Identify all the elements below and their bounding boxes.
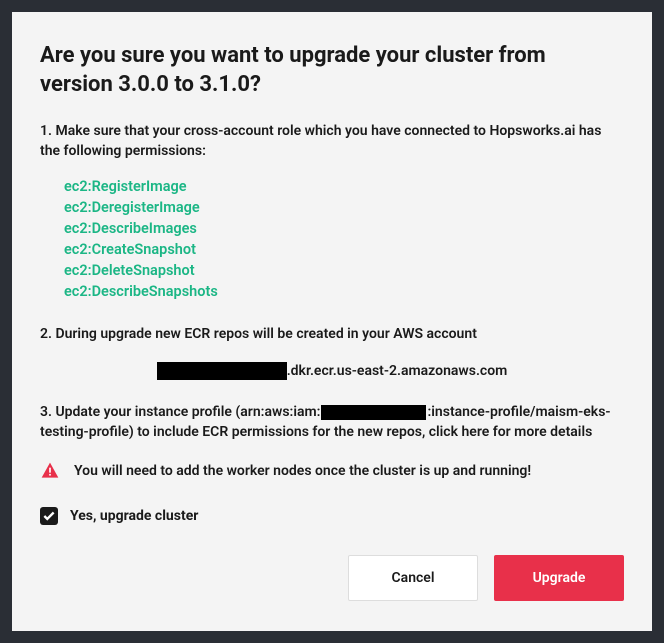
warning-row: You will need to add the worker nodes on… [40, 461, 624, 481]
check-icon [42, 509, 56, 523]
step-3-text: 3. Update your instance profile (arn:aws… [40, 402, 624, 443]
redacted-arn-account [321, 405, 426, 420]
warning-icon [40, 461, 60, 481]
permission-item: ec2:DescribeSnapshots [64, 281, 624, 302]
step-1-text: 1. Make sure that your cross-account rol… [40, 121, 624, 162]
permission-item: ec2:RegisterImage [64, 176, 624, 197]
step-3-prefix: 3. Update your instance profile (arn:aws… [40, 404, 320, 420]
permission-item: ec2:DeleteSnapshot [64, 260, 624, 281]
dialog-buttons: Cancel Upgrade [40, 555, 624, 601]
permission-item: ec2:CreateSnapshot [64, 239, 624, 260]
upgrade-confirmation-dialog: Are you sure you want to upgrade your cl… [12, 12, 652, 631]
warning-text: You will need to add the worker nodes on… [74, 463, 531, 479]
permission-item: ec2:DeregisterImage [64, 197, 624, 218]
permission-item: ec2:DescribeImages [64, 218, 624, 239]
confirm-checkbox-row: Yes, upgrade cluster [40, 507, 624, 525]
upgrade-button[interactable]: Upgrade [494, 555, 624, 601]
more-details-link[interactable]: click here for more details [429, 424, 593, 440]
redacted-account-id [157, 362, 287, 380]
permissions-list: ec2:RegisterImage ec2:DeregisterImage ec… [64, 176, 624, 302]
confirm-checkbox-label: Yes, upgrade cluster [70, 508, 198, 524]
cancel-button[interactable]: Cancel [348, 555, 478, 601]
step-2-text: 2. During upgrade new ECR repos will be … [40, 324, 624, 344]
ecr-repo-line: .dkr.ecr.us-east-2.amazonaws.com [40, 362, 624, 380]
ecr-domain-text: .dkr.ecr.us-east-2.amazonaws.com [287, 363, 508, 379]
confirm-checkbox[interactable] [40, 507, 58, 525]
dialog-title: Are you sure you want to upgrade your cl… [40, 42, 624, 99]
